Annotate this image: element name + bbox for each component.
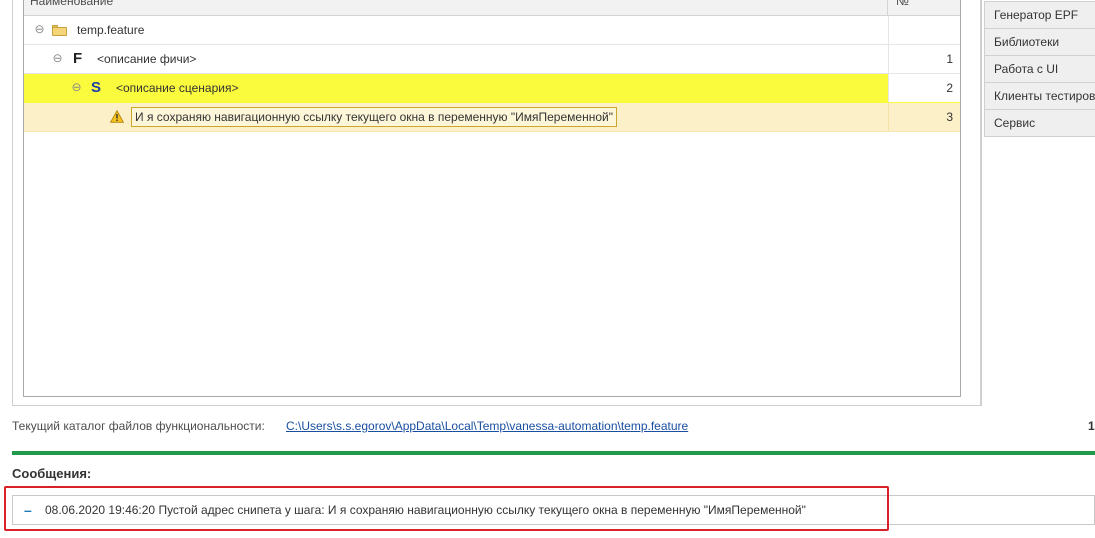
tree-row-number: 2 xyxy=(888,74,960,102)
messages-title: Сообщения: xyxy=(12,466,92,481)
catalog-label: Текущий каталог файлов функциональности: xyxy=(12,419,265,433)
scenario-letter-icon: S xyxy=(91,79,102,96)
collapse-icon[interactable]: ⊖ xyxy=(34,23,45,35)
side-menu-epf-generator[interactable]: Генератор EPF xyxy=(984,1,1095,29)
feature-tree[interactable]: Наименование № ⊖ temp.feature ⊖ F <описа… xyxy=(23,0,961,397)
tree-row-feature-file[interactable]: ⊖ temp.feature xyxy=(24,16,960,45)
tree-row-number xyxy=(888,16,960,44)
collapse-icon[interactable]: ⊖ xyxy=(52,52,63,64)
folder-icon xyxy=(52,25,67,36)
section-divider xyxy=(12,451,1095,455)
tree-row-label: <описание фичи> xyxy=(97,52,197,66)
warning-icon xyxy=(110,110,124,123)
side-menu-ui[interactable]: Работа с UI xyxy=(984,56,1095,83)
tree-row-scenario[interactable]: ⊖ S <описание сценария> 2 xyxy=(24,74,960,103)
step-text-input[interactable]: И я сохраняю навигационную ссылку текуще… xyxy=(131,107,617,127)
tree-row-feature[interactable]: ⊖ F <описание фичи> 1 xyxy=(24,45,960,74)
catalog-path-link[interactable]: C:\Users\s.s.egorov\AppData\Local\Temp\v… xyxy=(286,419,688,433)
error-highlight-outline xyxy=(4,486,889,531)
side-menu-test-clients[interactable]: Клиенты тестиров xyxy=(984,83,1095,110)
side-menu-service[interactable]: Сервис xyxy=(984,110,1095,137)
feature-letter-icon: F xyxy=(73,50,83,67)
tree-row-step[interactable]: И я сохраняю навигационную ссылку текуще… xyxy=(24,103,960,132)
right-value: 1 xyxy=(1088,419,1095,433)
tree-row-label: temp.feature xyxy=(77,23,145,37)
side-menu: Генератор EPF Библиотеки Работа с UI Кли… xyxy=(981,0,1095,406)
tree-header: Наименование № xyxy=(24,0,960,16)
column-header-name[interactable]: Наименование xyxy=(30,0,113,8)
column-divider xyxy=(887,0,888,16)
tree-row-number: 3 xyxy=(888,103,960,131)
column-header-number[interactable]: № xyxy=(896,0,909,8)
tree-row-label: <описание сценария> xyxy=(116,81,239,95)
tree-row-number: 1 xyxy=(888,45,960,73)
side-menu-libraries[interactable]: Библиотеки xyxy=(984,29,1095,56)
collapse-icon[interactable]: ⊖ xyxy=(71,81,82,93)
